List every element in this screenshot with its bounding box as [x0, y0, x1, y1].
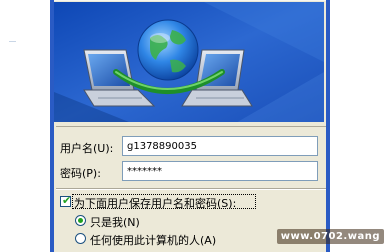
checkmark-icon: ✔ [62, 194, 72, 207]
background-mark [9, 41, 16, 42]
password-input[interactable] [122, 161, 318, 181]
save-credentials-checkbox[interactable]: ✔ [60, 194, 72, 207]
password-label: 密码(P): [60, 167, 101, 180]
radio-only-me[interactable] [75, 215, 86, 226]
username-input[interactable] [122, 136, 318, 156]
radio-anyone[interactable] [75, 233, 86, 244]
watermark-text: www.0702.wang [276, 229, 384, 244]
network-banner-image [54, 2, 324, 122]
radio-selected-dot [78, 218, 83, 223]
globe-icon [137, 19, 199, 81]
radio-anyone-label: 任何使用此计算机的人(A) [90, 234, 217, 247]
network-globe-icon [54, 2, 324, 122]
background-panel [0, 0, 50, 252]
radio-only-me-label: 只是我(N) [90, 216, 140, 229]
save-credentials-label: 为下面用户保存用户名和密码(S): [74, 197, 237, 210]
username-label: 用户名(U): [60, 142, 114, 155]
background-panel-right [330, 0, 390, 252]
